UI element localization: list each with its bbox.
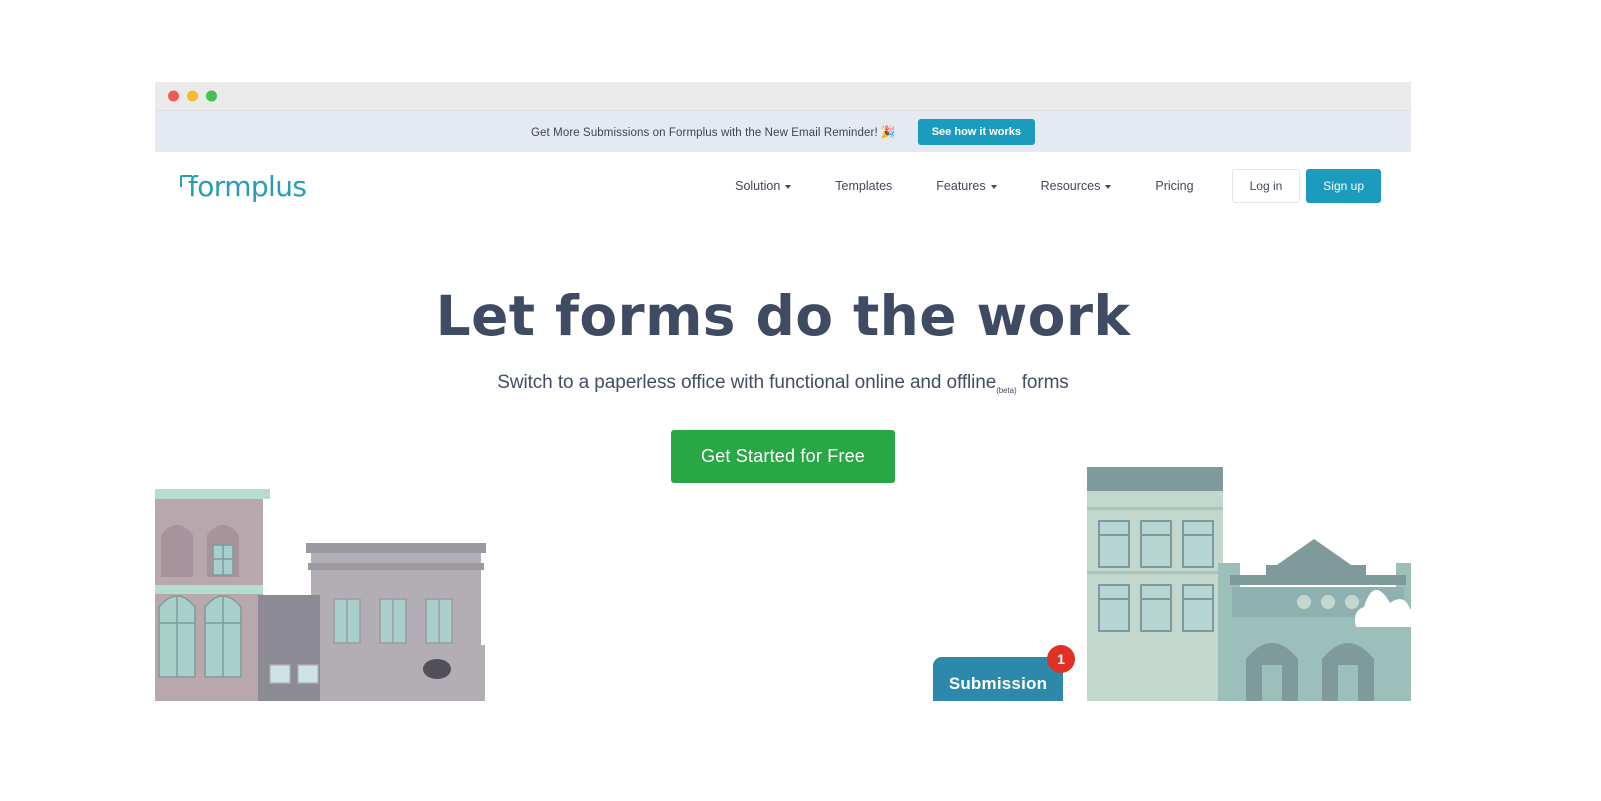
chevron-down-icon: [990, 185, 997, 189]
building-right-civic: [1218, 539, 1411, 701]
nav-item-pricing[interactable]: Pricing: [1133, 171, 1215, 201]
nav-label-templates: Templates: [835, 179, 893, 193]
see-how-it-works-button[interactable]: See how it works: [917, 118, 1035, 145]
zoom-window-icon[interactable]: [206, 90, 217, 102]
main-navigation: Solution Templates Features Resources Pr…: [713, 169, 1381, 203]
nav-label-solution: Solution: [735, 179, 781, 193]
page-title: Let forms do the work: [435, 284, 1131, 348]
hero-subtitle: Switch to a paperless office with functi…: [155, 372, 1411, 395]
minimize-window-icon[interactable]: [187, 90, 198, 102]
submission-label: Submission: [948, 674, 1048, 693]
chevron-down-icon: [785, 185, 792, 189]
submission-card[interactable]: Submission 1: [933, 645, 1075, 701]
site-header: formplus Solution Templates Features Res…: [155, 152, 1411, 220]
traffic-lights: [168, 90, 217, 102]
close-window-icon[interactable]: [168, 90, 179, 102]
formplus-logo[interactable]: formplus: [180, 170, 307, 203]
logo-bracket-icon: [180, 175, 192, 187]
beta-tag: (beta): [996, 385, 1017, 395]
hero-subtitle-tail: forms: [1016, 371, 1069, 393]
page-root: Get More Submissions on Formplus with th…: [0, 0, 1601, 801]
announcement-text: Get More Submissions on Formplus with th…: [531, 123, 896, 141]
announcement-bar: Get More Submissions on Formplus with th…: [155, 111, 1411, 152]
browser-titlebar: [155, 82, 1411, 111]
hero-subtitle-main: Switch to a paperless office with functi…: [497, 371, 997, 393]
hero-illustration: Job Application form: [155, 467, 1411, 701]
browser-window: Get More Submissions on Formplus with th…: [155, 82, 1411, 701]
party-popper-icon: 🎉: [880, 124, 896, 139]
nav-label-features: Features: [936, 179, 986, 193]
logo-text: formplus: [188, 170, 307, 203]
building-left-accent: [415, 645, 485, 701]
nav-label-resources: Resources: [1040, 179, 1101, 193]
notification-badge: 1: [1047, 645, 1075, 673]
announcement-message: Get More Submissions on Formplus with th…: [531, 126, 878, 139]
login-button[interactable]: Log in: [1231, 169, 1301, 203]
nav-item-resources[interactable]: Resources: [1019, 171, 1134, 201]
nav-item-solution[interactable]: Solution: [713, 171, 813, 201]
hero-section: Let forms do the work Switch to a paperl…: [155, 220, 1411, 483]
chevron-down-icon: [1105, 185, 1112, 189]
building-right-sage: [1087, 467, 1223, 701]
signup-button[interactable]: Sign up: [1306, 169, 1381, 203]
nav-label-pricing: Pricing: [1155, 179, 1194, 193]
nav-item-templates[interactable]: Templates: [813, 171, 914, 201]
nav-item-features[interactable]: Features: [914, 171, 1018, 201]
